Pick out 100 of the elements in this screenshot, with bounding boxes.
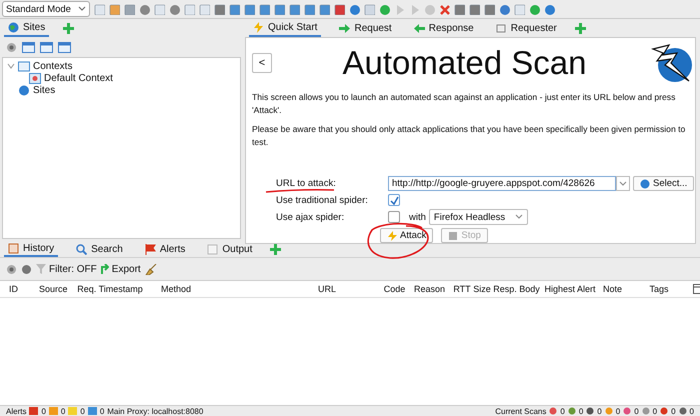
column-header[interactable]: Highest Alert [540, 284, 600, 294]
back-button[interactable]: < [252, 53, 272, 73]
alert-count: 0 [100, 406, 104, 416]
scan-icon [642, 407, 650, 415]
toolbar-icon[interactable] [484, 4, 495, 14]
column-header[interactable]: Source [33, 284, 65, 294]
tree-item[interactable]: Default Context [44, 72, 113, 84]
export-button[interactable]: Export [100, 264, 141, 274]
scan-icon [660, 407, 668, 415]
scan-count: 0 [560, 406, 565, 416]
window-icon[interactable] [58, 42, 71, 52]
tab-icon [496, 22, 507, 34]
field-label: URL to attack: [276, 178, 336, 189]
scan-icon [604, 407, 613, 415]
tab-icon [339, 22, 350, 34]
scan-count: 0 [652, 406, 658, 416]
description-text: Please be aware that you should only attack applications that you have been specifically been given permission to test. [252, 123, 686, 149]
toolbar-icon[interactable] [289, 4, 300, 14]
with-label: with [409, 212, 426, 222]
toolbar-icon[interactable] [214, 4, 225, 14]
toolbar-icon[interactable] [454, 4, 465, 14]
checkbox[interactable] [388, 194, 400, 206]
toolbar-icon[interactable] [154, 4, 165, 14]
lightning-logo-icon [649, 43, 693, 83]
window-icon[interactable] [22, 42, 35, 52]
scan-icon [586, 407, 594, 415]
scan-count: 0 [634, 406, 639, 416]
dropdown-button[interactable] [616, 176, 630, 191]
scan-icon [678, 407, 687, 415]
column-header[interactable]: Note [600, 284, 625, 294]
target-icon[interactable] [6, 264, 17, 274]
browser-dropdown[interactable]: Firefox Headless [428, 209, 528, 225]
scan-count: 0 [616, 406, 620, 416]
description-text: This screen allows you to launch an automated scan against an application - just enter its URL below and press 'Attack'. [252, 91, 676, 117]
scan-count: 0 [671, 406, 676, 416]
toolbar-icon[interactable] [124, 4, 135, 14]
tab-icon [8, 242, 19, 254]
toolbar-icon[interactable] [469, 4, 480, 14]
panel-tab[interactable]: Request [335, 19, 396, 37]
tab-icon [144, 244, 156, 254]
toolbar-icon[interactable] [274, 4, 285, 14]
add-icon[interactable] [574, 22, 586, 34]
toolbar-icon[interactable] [184, 4, 195, 14]
select-button[interactable]: Select... [633, 176, 694, 191]
column-header[interactable]: Tags [625, 284, 693, 294]
add-icon[interactable] [63, 22, 74, 34]
arrow-icon [100, 264, 109, 274]
column-header[interactable]: URL [273, 284, 381, 294]
toolbar-icon[interactable] [364, 4, 375, 14]
tree-item[interactable]: Sites [33, 84, 56, 96]
columns-icon[interactable] [693, 284, 700, 294]
target-icon[interactable] [6, 42, 17, 52]
url-field[interactable]: http://http://google-gruyere.appspot.com/428626 [388, 176, 616, 191]
checkbox[interactable] [388, 211, 400, 223]
sites-tab[interactable]: Sites [4, 19, 50, 37]
tab-icon [207, 244, 218, 254]
tab-icon [253, 22, 264, 32]
close-icon[interactable] [439, 4, 450, 14]
toolbar-icon[interactable] [304, 4, 315, 14]
stop-icon [448, 230, 458, 240]
circle-icon[interactable] [529, 4, 540, 14]
column-header[interactable]: Size Resp. Body [473, 284, 540, 294]
tree-item[interactable]: Contexts [33, 60, 72, 72]
column-header[interactable]: RTT [451, 284, 473, 294]
window-icon[interactable] [40, 42, 53, 52]
scan-count: 0 [597, 406, 602, 416]
circle-icon[interactable] [379, 4, 390, 14]
alert-count: 0 [60, 406, 66, 416]
mode-dropdown[interactable]: Standard Mode [2, 1, 90, 17]
toolbar-icon[interactable] [334, 4, 345, 14]
toolbar-icon[interactable] [319, 4, 330, 14]
scan-count: 0 [578, 406, 584, 416]
broom-icon[interactable] [144, 264, 157, 274]
lightning-icon [387, 230, 397, 240]
attack-button[interactable]: Attack [380, 228, 434, 243]
toolbar-icon[interactable] [244, 4, 255, 14]
scan-count: 0 [690, 406, 694, 416]
status-label: Alerts [6, 406, 26, 416]
tab-icon [76, 244, 88, 254]
filter-button[interactable]: Filter: OFF [36, 264, 97, 274]
page-title: Automated Scan [342, 44, 588, 82]
panel-tab[interactable]: Response [410, 19, 478, 37]
toolbar-icon[interactable] [94, 4, 105, 14]
toolbar-icon[interactable] [514, 4, 525, 14]
context-icon [29, 72, 41, 84]
toolbar-icon[interactable] [259, 4, 270, 14]
column-header[interactable]: Code [381, 284, 408, 294]
panel-tab[interactable]: Search [72, 241, 127, 257]
caret-icon [78, 6, 86, 12]
toolbar-icon[interactable] [229, 4, 240, 14]
column-header[interactable]: Method [155, 284, 273, 294]
funnel-icon [36, 264, 46, 274]
panel-tab[interactable]: Output [203, 241, 256, 257]
column-header[interactable]: ID [3, 284, 33, 294]
column-header[interactable]: Reason [408, 284, 451, 294]
add-icon[interactable] [270, 244, 282, 254]
panel-tab[interactable]: Alerts [140, 241, 190, 257]
panel-tab[interactable]: History [4, 241, 58, 257]
panel-tab[interactable]: Requester [492, 19, 561, 37]
toolbar-icon[interactable] [199, 4, 210, 14]
